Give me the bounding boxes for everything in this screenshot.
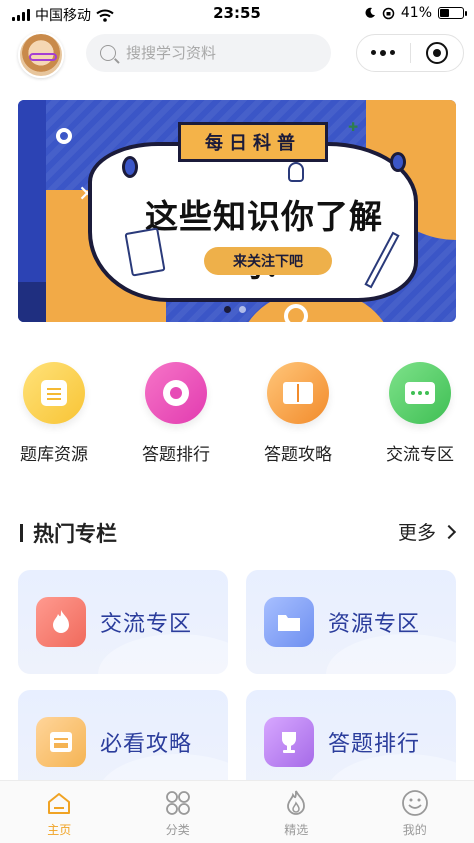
moon-icon: [365, 7, 375, 18]
folder-icon: [264, 597, 314, 647]
section-title-text: 热门专栏: [33, 522, 117, 546]
tab-bar: 主页 分类 精选 我的: [0, 780, 474, 843]
clipboard-icon: [23, 362, 85, 424]
section-title: 热门专栏: [20, 518, 117, 548]
mini-program-capsule: [356, 34, 464, 72]
book-icon: [267, 362, 329, 424]
card-label: 答题排行: [328, 732, 421, 757]
battery-fill: [440, 9, 450, 17]
more-dots-icon[interactable]: [357, 50, 410, 56]
status-bar: 中国移动 23:55 41%: [0, 0, 474, 26]
card-community[interactable]: 交流专区: [18, 570, 228, 674]
card-label: 资源专区: [328, 612, 421, 637]
fire-icon: [36, 597, 86, 647]
tab-home[interactable]: 主页: [0, 781, 119, 843]
quick-item-community[interactable]: 交流专区: [370, 362, 470, 465]
card-guide[interactable]: 必看攻略: [18, 690, 228, 794]
more-link-label: 更多: [397, 522, 436, 544]
tab-label: 分类: [165, 823, 190, 837]
smile-icon: [401, 789, 429, 817]
more-link[interactable]: 更多: [397, 518, 457, 545]
section-title-bar: [20, 524, 23, 542]
quick-item-label: 答题攻略: [264, 445, 332, 465]
quick-item-ranking[interactable]: 答题排行: [126, 362, 226, 465]
search-icon: [100, 45, 116, 61]
banner-cta[interactable]: 来关注下吧: [204, 247, 332, 275]
chat-icon: [389, 362, 451, 424]
tab-label: 主页: [47, 823, 72, 837]
trophy-icon: [264, 717, 314, 767]
notepad-icon: [124, 227, 166, 277]
quick-item-guide[interactable]: 答题攻略: [248, 362, 348, 465]
tab-mine[interactable]: 我的: [356, 781, 474, 843]
card-label: 交流专区: [100, 612, 193, 637]
medal-icon: [145, 362, 207, 424]
orientation-lock-icon: [382, 7, 395, 19]
status-right: 41%: [364, 5, 467, 21]
flame-icon: [282, 789, 310, 817]
lightbulb-icon: [288, 162, 304, 182]
home-icon: [45, 789, 73, 817]
avatar[interactable]: [18, 32, 64, 78]
search-input[interactable]: [126, 44, 306, 62]
quick-item-question-bank[interactable]: 题库资源: [4, 362, 104, 465]
banner-ribbon: 每日科普: [161, 122, 345, 171]
battery-percent: 41%: [400, 5, 432, 21]
category-icon: [164, 789, 192, 817]
tab-label: 精选: [284, 823, 309, 837]
tab-category[interactable]: 分类: [119, 781, 238, 843]
quick-entries: 题库资源 答题排行 答题攻略 交流专区: [0, 362, 474, 472]
carousel-indicator: [224, 306, 246, 313]
tab-label: 我的: [402, 823, 427, 837]
news-icon: [36, 717, 86, 767]
quick-item-label: 题库资源: [20, 445, 88, 465]
card-resources[interactable]: 资源专区: [246, 570, 456, 674]
card-label: 必看攻略: [100, 732, 193, 757]
chevron-right-icon: [441, 524, 457, 539]
card-ranking[interactable]: 答题排行: [246, 690, 456, 794]
quick-item-label: 交流专区: [386, 445, 454, 465]
quick-item-label: 答题排行: [142, 445, 210, 465]
close-target-icon[interactable]: [410, 42, 463, 64]
tab-featured[interactable]: 精选: [237, 781, 356, 843]
battery-icon: [438, 7, 467, 19]
search-bar[interactable]: [86, 34, 331, 72]
promo-banner[interactable]: ✕ ✚ 每日科普 这些知识你了解吗？ 来关注下吧: [18, 100, 456, 322]
